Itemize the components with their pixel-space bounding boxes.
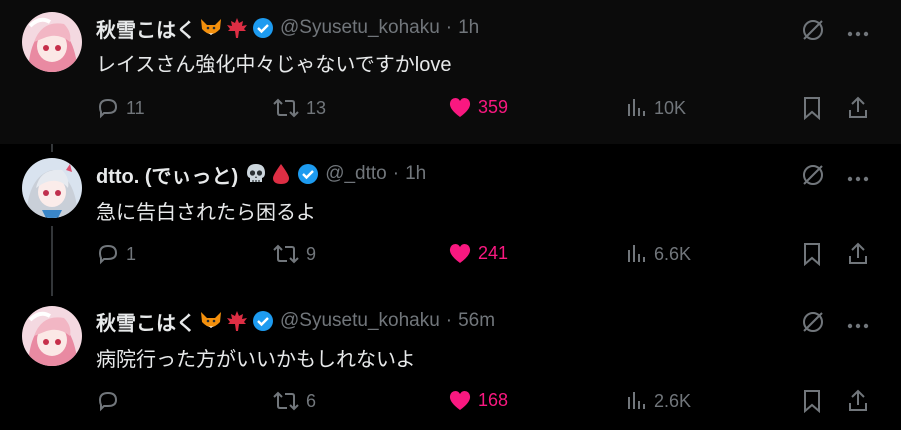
retweet-button[interactable]: 9: [272, 242, 316, 266]
tweet-text: 病院行った方がいいかもしれないよ: [96, 349, 416, 371]
reply-button[interactable]: [96, 389, 126, 413]
bookmark-icon: [804, 390, 820, 413]
reply-count: 11: [126, 97, 145, 118]
grok-icon[interactable]: [801, 310, 825, 339]
like-count: 241: [478, 242, 509, 263]
bookmark-icon: [804, 243, 820, 266]
share-icon: [849, 242, 867, 264]
timestamp[interactable]: 1h: [405, 163, 426, 185]
retweet-icon: [273, 98, 299, 118]
views-button[interactable]: 2.6K: [624, 389, 691, 413]
bookmark-icon: [804, 97, 820, 120]
like-button[interactable]: 241: [448, 242, 508, 264]
tweet[interactable]: 秋雪こはく @Syusetu_kohaku · 1h レイスさん強化中々じゃない…: [0, 0, 901, 144]
more-options-icon[interactable]: [847, 316, 869, 334]
share-icon: [849, 389, 867, 411]
reply-button[interactable]: 1: [96, 242, 136, 266]
verified-badge-icon: [252, 17, 274, 39]
maple-leaf-icon: [226, 310, 248, 332]
timestamp[interactable]: 56m: [458, 310, 495, 332]
handle[interactable]: @Syusetu_kohaku: [280, 310, 440, 332]
reply-count: 1: [126, 243, 137, 264]
action-bar: 6 168 2.6K: [0, 389, 901, 419]
display-name[interactable]: 秋雪こはく: [96, 14, 196, 43]
timestamp[interactable]: 1h: [458, 17, 479, 39]
retweet-button[interactable]: 6: [272, 389, 316, 413]
views-icon: [628, 99, 645, 116]
like-count: 168: [478, 389, 509, 410]
like-button[interactable]: 359: [448, 96, 508, 118]
views-button[interactable]: 10K: [624, 96, 686, 120]
share-button[interactable]: [846, 389, 870, 413]
bookmark-button[interactable]: [801, 242, 823, 266]
retweet-icon: [273, 391, 299, 411]
skull-icon: [244, 162, 268, 186]
action-bar: 11 13 359 10K: [0, 96, 901, 126]
fox-icon: [199, 310, 223, 332]
views-icon: [628, 392, 645, 409]
share-icon: [849, 96, 867, 118]
heart-icon: [449, 391, 471, 410]
views-count: 6.6K: [654, 243, 692, 264]
views-icon: [628, 245, 645, 262]
reply-icon: [98, 391, 118, 412]
verified-badge-icon: [297, 163, 319, 185]
like-button[interactable]: 168: [448, 389, 508, 411]
tweet-text: 急に告白されたら困るよ: [96, 202, 316, 224]
avatar[interactable]: [22, 158, 82, 218]
verified-badge-icon: [252, 310, 274, 332]
bookmark-button[interactable]: [801, 96, 823, 120]
separator: ·: [445, 310, 453, 331]
retweet-button[interactable]: 13: [272, 96, 326, 120]
separator: ·: [445, 17, 453, 38]
more-options-icon[interactable]: [847, 169, 869, 187]
tweet-text: レイスさん強化中々じゃないですかlove: [96, 54, 452, 76]
more-options-icon[interactable]: [847, 24, 869, 42]
retweet-icon: [273, 244, 299, 264]
retweet-count: 9: [306, 243, 317, 264]
bookmark-button[interactable]: [801, 389, 823, 413]
display-name[interactable]: dtto. (でぃっと): [96, 160, 238, 189]
grok-icon[interactable]: [801, 163, 825, 192]
handle[interactable]: @_dtto: [325, 163, 387, 185]
retweet-count: 13: [306, 97, 327, 118]
tweet[interactable]: dtto. (でぃっと) @_dtto · 1h 急に告白されたら困るよ 1 9: [0, 144, 901, 288]
views-button[interactable]: 6.6K: [624, 242, 691, 266]
fox-icon: [199, 17, 223, 39]
reply-icon: [98, 98, 118, 119]
retweet-count: 6: [306, 390, 317, 411]
action-bar: 1 9 241 6.6K: [0, 242, 901, 272]
avatar[interactable]: [22, 306, 82, 366]
tweet[interactable]: 秋雪こはく @Syusetu_kohaku · 56m 病院行った方がいいかもし…: [0, 288, 901, 430]
heart-icon: [449, 244, 471, 263]
share-button[interactable]: [846, 242, 870, 266]
grok-icon[interactable]: [801, 18, 825, 47]
like-count: 359: [478, 96, 509, 117]
maple-leaf-icon: [226, 17, 248, 39]
views-count: 10K: [654, 97, 687, 118]
separator: ·: [392, 163, 400, 184]
reply-icon: [98, 244, 118, 265]
avatar[interactable]: [22, 12, 82, 72]
handle[interactable]: @Syusetu_kohaku: [280, 17, 440, 39]
blood-drop-icon: [271, 162, 291, 186]
heart-icon: [449, 98, 471, 117]
views-count: 2.6K: [654, 390, 692, 411]
reply-button[interactable]: 11: [96, 96, 145, 120]
share-button[interactable]: [846, 96, 870, 120]
display-name[interactable]: 秋雪こはく: [96, 307, 196, 336]
